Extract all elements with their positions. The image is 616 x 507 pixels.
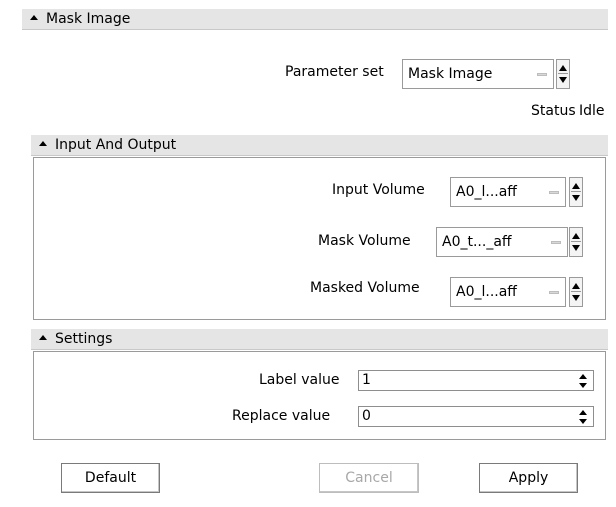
spin-up-icon[interactable]: [559, 65, 567, 71]
spin-down-icon[interactable]: [572, 195, 580, 201]
replace-value-text: 0: [362, 408, 371, 424]
masked-volume-value: A0_l...aff: [456, 284, 517, 300]
masked-volume-spinner[interactable]: [569, 277, 583, 307]
dropdown-indicator-icon: [551, 240, 561, 244]
mask-volume-value: A0_t..._aff: [442, 234, 512, 250]
collapse-arrow-icon[interactable]: [30, 14, 38, 20]
parameter-set-spinner[interactable]: [556, 59, 570, 89]
input-volume-combo[interactable]: A0_l...aff: [450, 177, 566, 207]
default-button[interactable]: Default: [61, 463, 160, 493]
input-output-header[interactable]: Input And Output: [31, 134, 608, 156]
input-volume-label: Input Volume: [332, 182, 425, 198]
cancel-button[interactable]: Cancel: [319, 463, 419, 493]
spin-down-icon[interactable]: [572, 245, 580, 251]
label-value-text: 1: [362, 372, 371, 388]
input-output-title: Input And Output: [55, 137, 177, 153]
masked-volume-combo[interactable]: A0_l...aff: [450, 277, 566, 307]
mask-volume-label: Mask Volume: [318, 233, 411, 249]
spin-down-icon[interactable]: [559, 77, 567, 83]
parameter-set-label: Parameter set: [285, 64, 384, 80]
status-value: Idle: [579, 103, 605, 119]
dropdown-indicator-icon: [549, 290, 559, 294]
label-value-label: Label value: [259, 372, 340, 388]
mask-image-header[interactable]: Mask Image: [22, 8, 608, 30]
dropdown-indicator-icon: [537, 72, 547, 76]
mask-image-panel: Mask Image Parameter set Mask Image Stat…: [22, 8, 608, 506]
spin-up-icon[interactable]: [572, 283, 580, 289]
spin-up-icon[interactable]: [572, 233, 580, 239]
mask-volume-combo[interactable]: A0_t..._aff: [436, 227, 568, 257]
collapse-arrow-icon[interactable]: [39, 334, 47, 340]
replace-value-input[interactable]: 0: [358, 406, 594, 427]
mask-volume-spinner[interactable]: [569, 227, 583, 257]
settings-header[interactable]: Settings: [31, 328, 608, 350]
apply-button[interactable]: Apply: [479, 463, 578, 493]
dropdown-indicator-icon: [549, 190, 559, 194]
parameter-set-combo[interactable]: Mask Image: [402, 59, 554, 89]
spin-down-icon[interactable]: [572, 295, 580, 301]
settings-title: Settings: [55, 331, 113, 347]
input-volume-value: A0_l...aff: [456, 184, 517, 200]
status-label: Status: [531, 103, 576, 119]
spin-up-icon[interactable]: [572, 183, 580, 189]
replace-value-spinner-icon[interactable]: [579, 410, 587, 424]
replace-value-label: Replace value: [232, 408, 331, 424]
collapse-arrow-icon[interactable]: [39, 140, 47, 146]
masked-volume-label: Masked Volume: [310, 280, 420, 296]
parameter-set-value: Mask Image: [408, 66, 493, 82]
label-value-spinner-icon[interactable]: [579, 374, 587, 388]
label-value-input[interactable]: 1: [358, 370, 594, 391]
input-volume-spinner[interactable]: [569, 177, 583, 207]
mask-image-title: Mask Image: [46, 11, 131, 27]
